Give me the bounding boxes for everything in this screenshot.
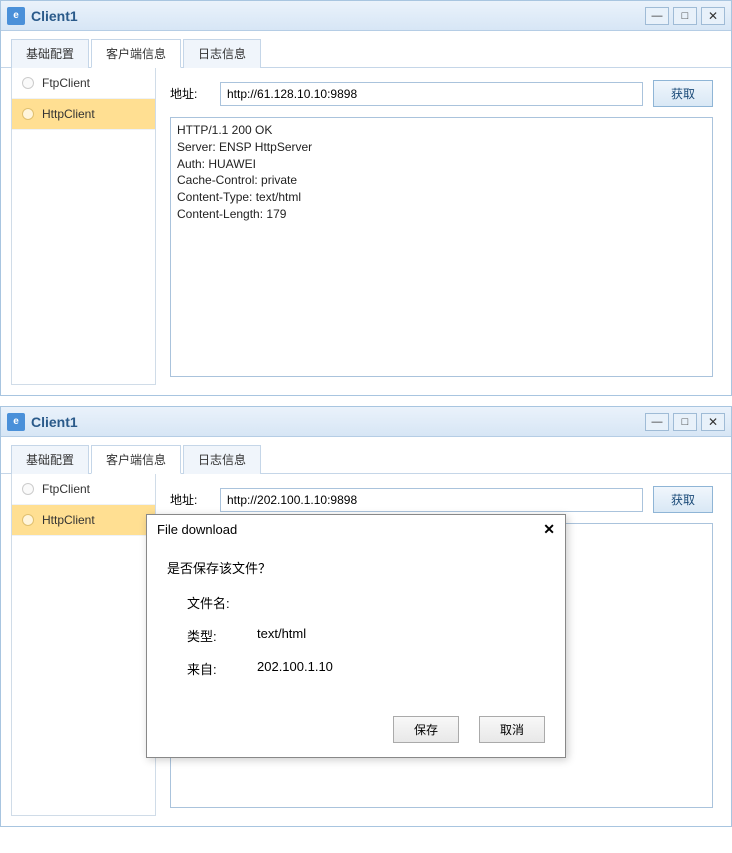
main-panel: 地址: 获取 HTTP/1.1 200 OK Server: ENSP Http…: [156, 474, 721, 816]
filename-label: 文件名:: [187, 593, 257, 612]
sidebar-item-label: HttpClient: [42, 107, 95, 121]
window-1: e Client1 — □ ✕ 基础配置 客户端信息 日志信息 FtpClien…: [0, 0, 732, 396]
maximize-button[interactable]: □: [673, 413, 697, 431]
type-label: 类型:: [187, 626, 257, 645]
body-area: FtpClient HttpClient 地址: 获取 HTTP/1.1 200…: [1, 67, 731, 395]
get-button[interactable]: 获取: [653, 80, 713, 107]
tab-client-info[interactable]: 客户端信息: [91, 39, 181, 68]
sidebar-item-label: HttpClient: [42, 513, 95, 527]
minimize-button[interactable]: —: [645, 7, 669, 25]
sidebar: FtpClient HttpClient: [11, 474, 156, 816]
dialog-title-text: File download: [157, 522, 237, 537]
tab-log-info[interactable]: 日志信息: [183, 445, 261, 474]
sidebar-item-ftpclient[interactable]: FtpClient: [12, 68, 155, 99]
sidebar: FtpClient HttpClient: [11, 68, 156, 385]
app-icon: e: [7, 7, 25, 25]
window-2: e Client1 — □ ✕ 基础配置 客户端信息 日志信息 FtpClien…: [0, 406, 732, 827]
save-button[interactable]: 保存: [393, 716, 459, 743]
sidebar-item-label: FtpClient: [42, 76, 90, 90]
minimize-button[interactable]: —: [645, 413, 669, 431]
tab-basic-config[interactable]: 基础配置: [11, 39, 89, 68]
address-row: 地址: 获取: [170, 80, 713, 107]
type-value: text/html: [257, 626, 306, 645]
sidebar-item-httpclient[interactable]: HttpClient: [12, 505, 155, 536]
tab-log-info[interactable]: 日志信息: [183, 39, 261, 68]
window-controls: — □ ✕: [645, 7, 725, 25]
tab-basic-config[interactable]: 基础配置: [11, 445, 89, 474]
file-download-dialog: File download ✕ 是否保存该文件？ 文件名: 类型: text/h…: [146, 514, 566, 758]
dialog-titlebar: File download ✕: [147, 515, 565, 544]
window-title: Client1: [31, 8, 645, 24]
cancel-button[interactable]: 取消: [479, 716, 545, 743]
maximize-button[interactable]: □: [673, 7, 697, 25]
dialog-close-icon[interactable]: ✕: [543, 521, 555, 538]
get-button[interactable]: 获取: [653, 486, 713, 513]
dialog-row-type: 类型: text/html: [167, 626, 545, 645]
radio-icon: [22, 514, 34, 526]
from-label: 来自:: [187, 659, 257, 678]
address-input[interactable]: [220, 488, 643, 512]
radio-icon: [22, 108, 34, 120]
app-icon: e: [7, 413, 25, 431]
sidebar-item-httpclient[interactable]: HttpClient: [12, 99, 155, 130]
main-panel: 地址: 获取 HTTP/1.1 200 OK Server: ENSP Http…: [156, 68, 721, 385]
response-textarea[interactable]: HTTP/1.1 200 OK Server: ENSP HttpServer …: [170, 117, 713, 377]
address-row: 地址: 获取: [170, 486, 713, 513]
close-button[interactable]: ✕: [701, 413, 725, 431]
dialog-row-filename: 文件名:: [167, 593, 545, 612]
dialog-buttons: 保存 取消: [147, 708, 565, 757]
radio-icon: [22, 483, 34, 495]
tabs-row: 基础配置 客户端信息 日志信息: [1, 31, 731, 68]
close-button[interactable]: ✕: [701, 7, 725, 25]
body-area: FtpClient HttpClient 地址: 获取 HTTP/1.1 200…: [1, 473, 731, 826]
window-controls: — □ ✕: [645, 413, 725, 431]
tabs-row: 基础配置 客户端信息 日志信息: [1, 437, 731, 474]
sidebar-item-label: FtpClient: [42, 482, 90, 496]
window-title: Client1: [31, 414, 645, 430]
address-label: 地址:: [170, 85, 210, 102]
sidebar-item-ftpclient[interactable]: FtpClient: [12, 474, 155, 505]
from-value: 202.100.1.10: [257, 659, 333, 678]
dialog-row-from: 来自: 202.100.1.10: [167, 659, 545, 678]
address-label: 地址:: [170, 491, 210, 508]
address-input[interactable]: [220, 82, 643, 106]
tab-client-info[interactable]: 客户端信息: [91, 445, 181, 474]
titlebar: e Client1 — □ ✕: [1, 407, 731, 437]
dialog-body: 是否保存该文件？ 文件名: 类型: text/html 来自: 202.100.…: [147, 544, 565, 708]
radio-icon: [22, 77, 34, 89]
dialog-prompt: 是否保存该文件？: [167, 558, 545, 577]
titlebar: e Client1 — □ ✕: [1, 1, 731, 31]
